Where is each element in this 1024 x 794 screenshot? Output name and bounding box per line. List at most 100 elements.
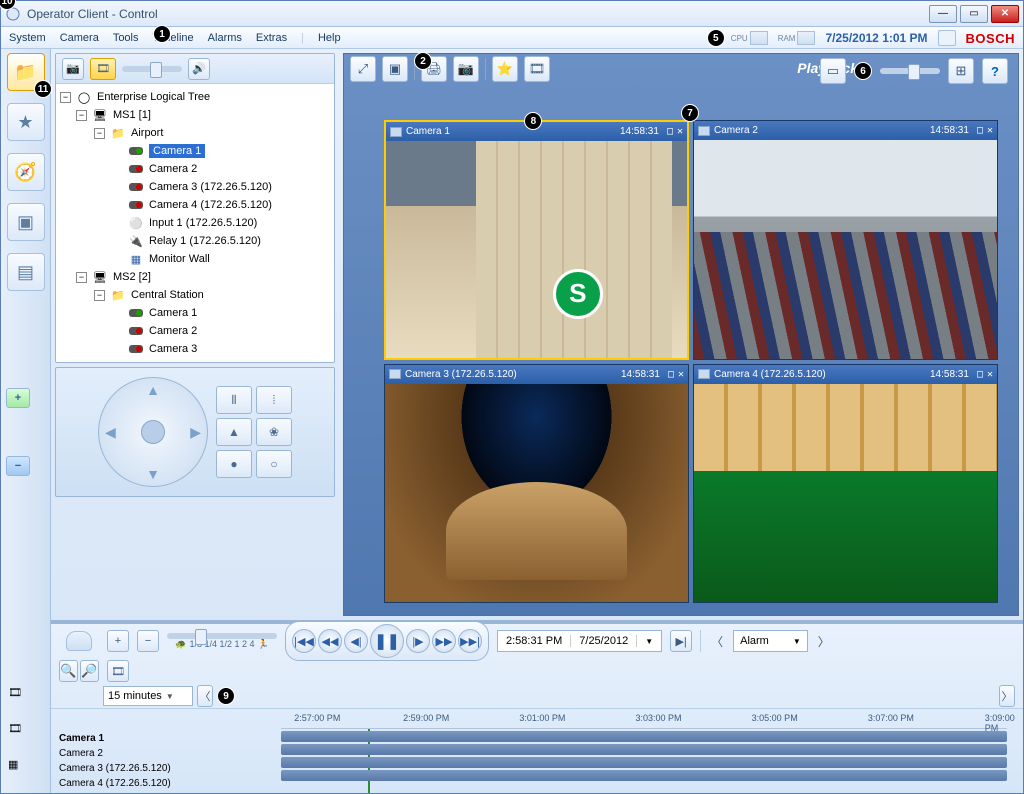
goto-time-button[interactable]: ▶| xyxy=(670,630,692,652)
timeline-range-select[interactable]: 15 minutes▼ xyxy=(103,686,193,706)
timeline-zoom-out-2[interactable]: 🔎 xyxy=(80,660,99,682)
sidebar-map-button[interactable]: 🧭 xyxy=(7,153,45,191)
tree-camera-2[interactable]: Camera 2 xyxy=(149,163,197,175)
menubar: System Camera Tools Timeline Alarms Extr… xyxy=(1,27,1023,49)
menu-tools[interactable]: Tools xyxy=(113,32,139,44)
sidebar-favorites-button[interactable]: ★ xyxy=(7,103,45,141)
tree-ms1[interactable]: MS1 [1] xyxy=(113,109,151,121)
play-pause[interactable]: ❚❚ xyxy=(370,624,404,658)
tree-monitor-wall[interactable]: Monitor Wall xyxy=(149,253,210,265)
toolbar-fewer-cameos[interactable]: ▭ xyxy=(820,58,846,84)
playback-controls: |◀◀ ◀◀ ◀| ❚❚ |▶ ▶▶ ▶▶| xyxy=(285,621,489,661)
tree-airport[interactable]: Airport xyxy=(131,127,163,139)
brand-logo: BOSCH xyxy=(966,31,1015,46)
tree-input-1[interactable]: Input 1 (172.26.5.120) xyxy=(149,217,257,229)
menu-system[interactable]: System xyxy=(9,32,46,44)
ptz-focus-near[interactable]: ⦀ xyxy=(216,386,252,414)
logical-tree[interactable]: −◯Enterprise Logical Tree −🖥MS1 [1] −📁Ai… xyxy=(56,84,334,362)
tree-root[interactable]: Enterprise Logical Tree xyxy=(97,91,210,103)
tree-ms2[interactable]: MS2 [2] xyxy=(113,271,151,283)
tree-c21[interactable]: Camera 1 xyxy=(149,307,197,319)
timeline-zoom-in[interactable]: + xyxy=(107,630,129,652)
timeline-camera-labels: Camera 1 Camera 2 Camera 3 (172.26.5.120… xyxy=(51,729,281,793)
header-datetime: 7/25/2012 1:01 PM xyxy=(825,31,927,45)
cameo-close-icon[interactable]: ✕ xyxy=(678,369,684,380)
app-window: Operator Client - Control — ▭ ✕ System C… xyxy=(0,0,1024,794)
ptz-joystick[interactable]: ▲ ▼ ◀ ▶ xyxy=(98,377,208,487)
event-type-select[interactable]: Alarm▼ xyxy=(733,630,808,652)
play-forward[interactable]: ▶▶ xyxy=(432,629,456,653)
tree-camera-icon[interactable]: 📷 xyxy=(62,58,84,80)
toolbar-snapshot[interactable]: 📷 xyxy=(453,56,479,82)
toolbar-film[interactable]: 🎞 xyxy=(524,56,550,82)
bottom-schedule-icon[interactable]: ▦ xyxy=(8,758,42,788)
close-button[interactable]: ✕ xyxy=(991,5,1019,23)
timeline-mode-icon[interactable] xyxy=(66,631,92,651)
timeline-zoom-in-2[interactable]: 🔍 xyxy=(59,660,78,682)
ptz-iris-open[interactable]: ▲ xyxy=(216,418,252,446)
toolbar-bookmark[interactable]: ⭐ xyxy=(492,56,518,82)
playback-time-display[interactable]: 2:58:31 PM 7/25/2012 ▼ xyxy=(497,630,662,652)
toolbar-help[interactable]: ? xyxy=(982,58,1008,84)
tree-central[interactable]: Central Station xyxy=(131,289,204,301)
tree-camera-1[interactable]: Camera 1 xyxy=(149,144,205,158)
menu-camera[interactable]: Camera xyxy=(60,32,99,44)
sidebar-list-button[interactable]: ▤ xyxy=(7,253,45,291)
ptz-zoom-out[interactable]: − xyxy=(6,456,30,476)
play-last[interactable]: ▶▶| xyxy=(458,629,482,653)
print-icon[interactable] xyxy=(938,30,956,46)
tree-camera-3[interactable]: Camera 3 (172.26.5.120) xyxy=(149,181,272,193)
cameo-close-icon[interactable]: ✕ xyxy=(987,125,993,136)
event-prev[interactable]: 〈 xyxy=(709,630,725,652)
ptz-iris-close[interactable]: ❀ xyxy=(256,418,292,446)
ptz-preset-rec[interactable]: ● xyxy=(216,450,252,478)
play-stepback[interactable]: ◀| xyxy=(344,629,368,653)
cameo-max-icon[interactable]: □ xyxy=(668,369,674,380)
timeline-zoom-out[interactable]: − xyxy=(137,630,159,652)
menu-help[interactable]: Help xyxy=(318,32,341,44)
cameo-3[interactable]: Camera 3 (172.26.5.120)14:58:31□✕ xyxy=(384,364,689,604)
cameo-2[interactable]: Camera 214:58:31□✕ xyxy=(693,120,998,360)
event-next[interactable]: 〉 xyxy=(816,630,832,652)
timeline-bars[interactable] xyxy=(281,729,1007,793)
bottom-film-icon[interactable]: 🎞 xyxy=(8,722,42,752)
cameo-close-icon[interactable]: ✕ xyxy=(987,369,993,380)
timeline-export-icon[interactable]: 🎞 xyxy=(107,660,129,682)
cameo-max-icon[interactable]: □ xyxy=(977,125,983,136)
tree-c23[interactable]: Camera 3 xyxy=(149,343,197,355)
play-first[interactable]: |◀◀ xyxy=(292,629,316,653)
sidebar-export-button[interactable]: ▣ xyxy=(7,203,45,241)
tree-audio-icon[interactable]: 🔊 xyxy=(188,58,210,80)
play-rewind[interactable]: ◀◀ xyxy=(318,629,342,653)
menu-extras[interactable]: Extras xyxy=(256,32,287,44)
callout-6: 6 xyxy=(854,62,872,80)
ptz-preset-go[interactable]: ○ xyxy=(256,450,292,478)
timeline-scroll-left[interactable]: 〈 xyxy=(197,685,213,707)
cameo-max-icon[interactable]: □ xyxy=(667,126,673,137)
tree-camera-4[interactable]: Camera 4 (172.26.5.120) xyxy=(149,199,272,211)
cameo-max-icon[interactable]: □ xyxy=(977,369,983,380)
cameo-close-icon[interactable]: ✕ xyxy=(677,126,683,137)
ptz-zoom-in[interactable]: + xyxy=(6,388,30,408)
playback-speed-slider[interactable] xyxy=(167,633,277,639)
play-stepfwd[interactable]: |▶ xyxy=(406,629,430,653)
cameo-count-slider[interactable] xyxy=(880,68,940,74)
ptz-panel: 10 + − ▲ ▼ ◀ ▶ ⦀ ⦙ xyxy=(55,367,335,497)
tree-film-icon[interactable]: 🎞 xyxy=(90,58,116,80)
cameo-1[interactable]: Camera 1 8 14:58:31□✕ xyxy=(384,120,689,360)
cameo-4[interactable]: Camera 4 (172.26.5.120)14:58:31□✕ xyxy=(693,364,998,604)
toolbar-sequence[interactable]: ▣ xyxy=(382,56,408,82)
tree-c22[interactable]: Camera 2 xyxy=(149,325,197,337)
toolbar-fullscreen[interactable]: ⤢ xyxy=(350,56,376,82)
ptz-focus-far[interactable]: ⦙ xyxy=(256,386,292,414)
toolbar-more-cameos[interactable]: ⊞ xyxy=(948,58,974,84)
tree-zoom-slider[interactable] xyxy=(122,66,182,72)
timeline-scroll-right[interactable]: 〉 xyxy=(999,685,1015,707)
minimize-button[interactable]: — xyxy=(929,5,957,23)
menu-alarms[interactable]: Alarms xyxy=(208,32,242,44)
film-icon xyxy=(698,126,710,136)
timeline-ruler[interactable]: 2:57:00 PM 2:59:00 PM 3:01:00 PM 3:03:00… xyxy=(281,709,1007,729)
bottom-export-icon[interactable]: 🎞 xyxy=(8,686,42,716)
maximize-button[interactable]: ▭ xyxy=(960,5,988,23)
tree-relay-1[interactable]: Relay 1 (172.26.5.120) xyxy=(149,235,261,247)
